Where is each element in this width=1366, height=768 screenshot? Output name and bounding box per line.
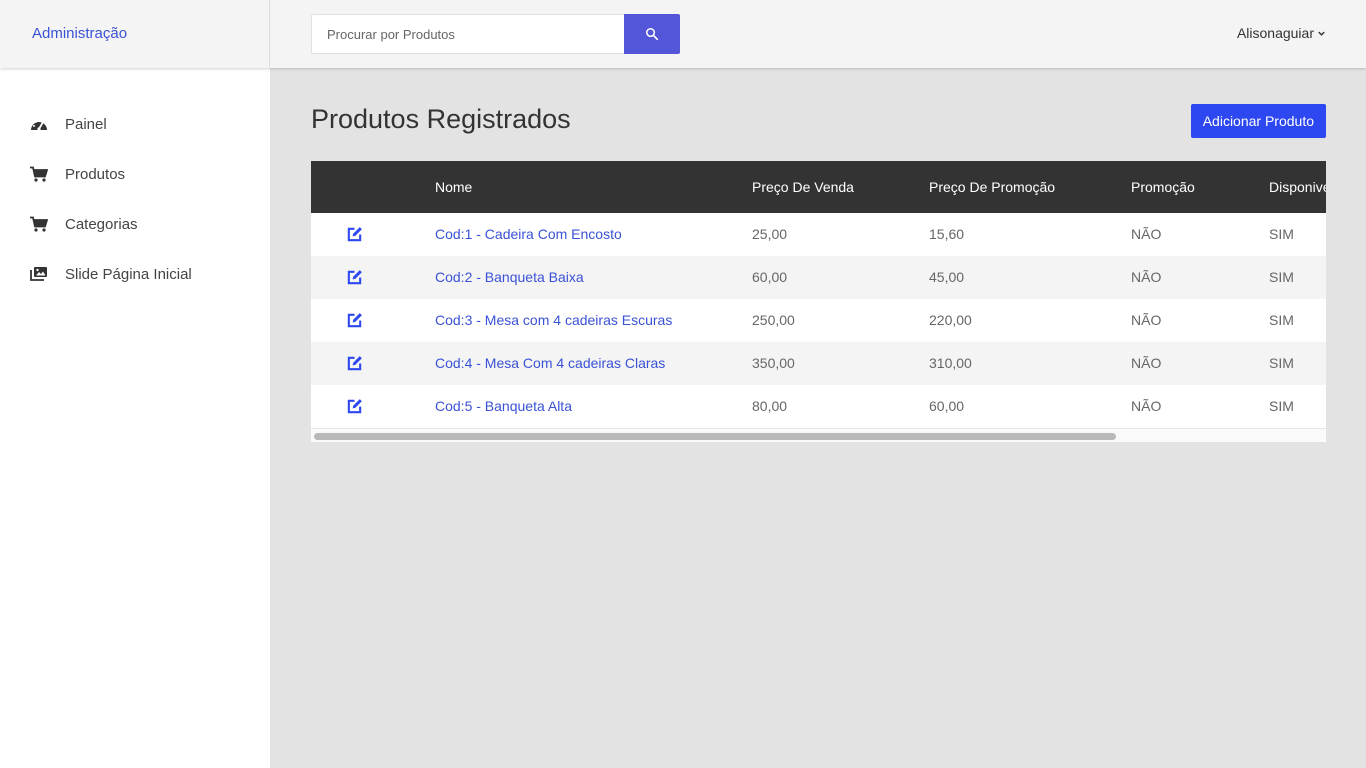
sidebar-item-produtos[interactable]: Produtos — [30, 162, 125, 186]
page-title: Produtos Registrados — [311, 104, 571, 134]
available-cell: SIM — [1269, 398, 1294, 414]
sidebar-item-label: Painel — [65, 115, 107, 133]
edit-icon[interactable] — [346, 312, 363, 329]
sidebar-item-painel[interactable]: Painel — [30, 112, 107, 136]
promo-cell: NÃO — [1131, 355, 1162, 371]
available-cell: SIM — [1269, 312, 1294, 328]
column-header-preco-venda: Preço De Venda — [752, 179, 854, 195]
promo-cell: NÃO — [1131, 269, 1162, 285]
edit-icon[interactable] — [346, 226, 363, 243]
images-icon — [30, 266, 50, 282]
product-name-link[interactable]: Cod:5 - Banqueta Alta — [435, 398, 572, 414]
promo-cell: NÃO — [1131, 312, 1162, 328]
add-product-button[interactable]: Adicionar Produto — [1190, 104, 1326, 138]
products-table: Nome Preço De Venda Preço De Promoção Pr… — [311, 161, 1326, 442]
chevron-down-icon — [1318, 31, 1325, 36]
promo-price-cell: 310,00 — [929, 355, 972, 371]
sidebar-item-label: Slide Página Inicial — [65, 265, 192, 283]
scrollbar-thumb[interactable] — [314, 433, 1116, 440]
user-name: Alisonaguiar — [1236, 25, 1314, 41]
table-header: Nome Preço De Venda Preço De Promoção Pr… — [311, 161, 1326, 213]
sidebar: Painel Produtos Categorias Slide Página … — [0, 68, 270, 768]
edit-icon[interactable] — [346, 355, 363, 372]
table-row: Cod:1 - Cadeira Com Encosto 25,00 15,60 … — [311, 213, 1326, 256]
table-row: Cod:2 - Banqueta Baixa 60,00 45,00 NÃO S… — [311, 256, 1326, 299]
cart-icon — [30, 216, 50, 232]
search-button[interactable] — [624, 14, 680, 54]
available-cell: SIM — [1269, 355, 1294, 371]
available-cell: SIM — [1269, 226, 1294, 242]
edit-icon[interactable] — [346, 398, 363, 415]
column-header-preco-promocao: Preço De Promoção — [929, 179, 1056, 195]
edit-icon[interactable] — [346, 269, 363, 286]
product-name-link[interactable]: Cod:3 - Mesa com 4 cadeiras Escuras — [435, 312, 672, 328]
sidebar-item-categorias[interactable]: Categorias — [30, 212, 138, 236]
column-header-disponivel: Disponivel — [1269, 179, 1326, 195]
horizontal-scrollbar[interactable] — [311, 428, 1326, 442]
sidebar-item-slide[interactable]: Slide Página Inicial — [30, 262, 192, 286]
price-cell: 25,00 — [752, 226, 788, 242]
sidebar-item-label: Categorias — [65, 215, 138, 233]
price-cell: 80,00 — [752, 398, 788, 414]
brand-link[interactable]: Administração — [32, 25, 127, 42]
search-input[interactable] — [311, 14, 625, 54]
dashboard-icon — [30, 116, 50, 132]
table-row: Cod:3 - Mesa com 4 cadeiras Escuras 250,… — [311, 299, 1326, 342]
table-row: Cod:5 - Banqueta Alta 80,00 60,00 NÃO SI… — [311, 385, 1326, 428]
promo-price-cell: 15,60 — [929, 226, 965, 242]
promo-cell: NÃO — [1131, 226, 1162, 242]
top-bar: Administração Alisonaguiar — [0, 0, 1366, 68]
promo-price-cell: 220,00 — [929, 312, 972, 328]
promo-cell: NÃO — [1131, 398, 1162, 414]
cart-icon — [30, 166, 50, 182]
promo-price-cell: 60,00 — [929, 398, 965, 414]
brand-area: Administração — [0, 0, 270, 68]
user-menu[interactable]: Alisonaguiar — [1237, 25, 1326, 41]
sidebar-item-label: Produtos — [65, 165, 126, 183]
product-name-link[interactable]: Cod:4 - Mesa Com 4 cadeiras Claras — [435, 355, 665, 371]
table-row: Cod:4 - Mesa Com 4 cadeiras Claras 350,0… — [311, 342, 1326, 385]
price-cell: 250,00 — [752, 312, 795, 328]
available-cell: SIM — [1269, 269, 1294, 285]
column-header-promocao: Promoção — [1131, 179, 1195, 195]
product-name-link[interactable]: Cod:2 - Banqueta Baixa — [435, 269, 584, 285]
price-cell: 60,00 — [752, 269, 788, 285]
product-name-link[interactable]: Cod:1 - Cadeira Com Encosto — [435, 226, 622, 242]
price-cell: 350,00 — [752, 355, 795, 371]
search-icon — [645, 27, 659, 41]
promo-price-cell: 45,00 — [929, 269, 965, 285]
column-header-nome: Nome — [435, 179, 473, 195]
